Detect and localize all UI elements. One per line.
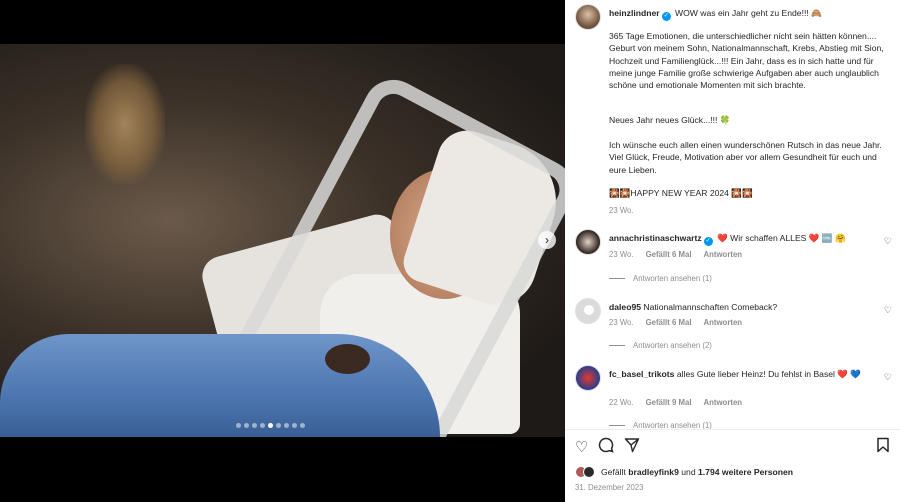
comment-like-heart-icon[interactable]: ♡ xyxy=(884,305,892,316)
comment-meta: 22 Wo. Gefällt 9 Mal Antworten xyxy=(609,398,742,407)
carousel-dot xyxy=(236,423,241,428)
bookmark-icon[interactable] xyxy=(876,437,890,457)
commenter-username[interactable]: annachristinaschwartz xyxy=(609,233,702,243)
chevron-right-icon: › xyxy=(545,233,549,247)
verified-badge-icon: ✓ xyxy=(661,12,671,21)
post-photo[interactable] xyxy=(0,44,565,437)
commenter-avatar[interactable] xyxy=(575,298,601,324)
author-avatar[interactable] xyxy=(575,4,601,30)
likes-middle: und xyxy=(681,467,696,477)
post-sidebar: heinzlindner ✓ WOW was ein Jahr geht zu E… xyxy=(565,0,900,502)
view-replies-label: Antworten ansehen (2) xyxy=(633,341,712,350)
comment-likes[interactable]: Gefällt 6 Mal xyxy=(646,318,692,327)
media-pane: › xyxy=(0,0,565,502)
verified-badge-icon: ✓ xyxy=(703,237,713,246)
carousel-dots xyxy=(236,423,305,428)
carousel-dot xyxy=(300,423,305,428)
comment-text: ❤️ Wir schaffen ALLES ❤️ 🆒 🤗 xyxy=(717,233,846,243)
comment-age: 22 Wo. xyxy=(609,398,634,407)
comment-text: Nationalmannschaften Comeback? xyxy=(643,302,778,312)
caption-paragraph-2: Neues Jahr neues Glück...!!! 🍀 xyxy=(609,115,731,125)
commenter-avatar[interactable] xyxy=(575,229,601,255)
comment-text: alles Gute lieber Heinz! Du fehlst in Ba… xyxy=(676,369,862,379)
carousel-dot xyxy=(276,423,281,428)
carousel-dot xyxy=(244,423,249,428)
caption-header: heinzlindner ✓ WOW was ein Jahr geht zu E… xyxy=(575,4,890,30)
divider xyxy=(565,429,900,430)
commenter-username[interactable]: daleo95 xyxy=(609,302,641,312)
liker-username[interactable]: bradleyfink9 xyxy=(628,467,679,477)
comment-like-heart-icon[interactable]: ♡ xyxy=(884,236,892,247)
comment-meta: 23 Wo. Gefällt 6 Mal Antworten xyxy=(609,250,742,259)
comment-likes[interactable]: Gefällt 6 Mal xyxy=(646,250,692,259)
carousel-dot xyxy=(292,423,297,428)
view-replies[interactable]: Antworten ansehen (1) xyxy=(609,274,712,283)
carousel-next-button[interactable]: › xyxy=(538,231,556,249)
liker-avatars xyxy=(575,466,595,478)
post-date: 31. Dezember 2023 xyxy=(575,483,644,492)
commenter-avatar[interactable] xyxy=(575,365,601,391)
carousel-dot xyxy=(260,423,265,428)
heart-icon[interactable]: ♡ xyxy=(575,438,588,456)
comment-age: 23 Wo. xyxy=(609,250,634,259)
action-bar: ♡ xyxy=(575,437,890,457)
caption-headline-text: WOW was ein Jahr geht zu Ende!!! 🙈 xyxy=(675,8,822,18)
caption-paragraph-4: 🎇🎇HAPPY NEW YEAR 2024 🎇🎇 xyxy=(609,188,753,198)
likes-summary: Gefällt bradleyfink9 und 1.794 weitere P… xyxy=(575,466,793,478)
likes-others[interactable]: 1.794 weitere Personen xyxy=(698,467,793,477)
instagram-post-viewer: › heinzlindner ✓ WOW was ein Jahr geht zu… xyxy=(0,0,900,502)
comment-reply-button[interactable]: Antworten xyxy=(704,398,743,407)
view-replies[interactable]: Antworten ansehen (2) xyxy=(609,341,712,350)
comment-icon[interactable] xyxy=(598,437,615,457)
comment-meta: 23 Wo. Gefällt 6 Mal Antworten xyxy=(609,318,742,327)
comment-reply-button[interactable]: Antworten xyxy=(704,250,743,259)
carousel-dot xyxy=(268,423,273,428)
share-icon[interactable] xyxy=(624,437,640,457)
comment-reply-button[interactable]: Antworten xyxy=(704,318,743,327)
comment-item: fc_basel_trikots alles Gute lieber Heinz… xyxy=(575,365,888,391)
caption-paragraph-1: 365 Tage Emotionen, die unterschiedliche… xyxy=(609,31,884,91)
comment-like-heart-icon[interactable]: ♡ xyxy=(884,372,892,383)
comment-age: 23 Wo. xyxy=(609,318,634,327)
caption-paragraph-3: Ich wünsche euch allen einen wunderschön… xyxy=(609,140,882,175)
caption-meta: 23 Wo. xyxy=(609,206,634,215)
comment-likes[interactable]: Gefällt 9 Mal xyxy=(646,398,692,407)
view-replies-label: Antworten ansehen (1) xyxy=(633,274,712,283)
likes-prefix: Gefällt xyxy=(601,467,626,477)
carousel-dot xyxy=(252,423,257,428)
caption-headline: heinzlindner ✓ WOW was ein Jahr geht zu E… xyxy=(609,4,822,21)
commenter-username[interactable]: fc_basel_trikots xyxy=(609,369,674,379)
post-age: 23 Wo. xyxy=(609,206,634,215)
author-username[interactable]: heinzlindner xyxy=(609,8,660,18)
carousel-dot xyxy=(284,423,289,428)
